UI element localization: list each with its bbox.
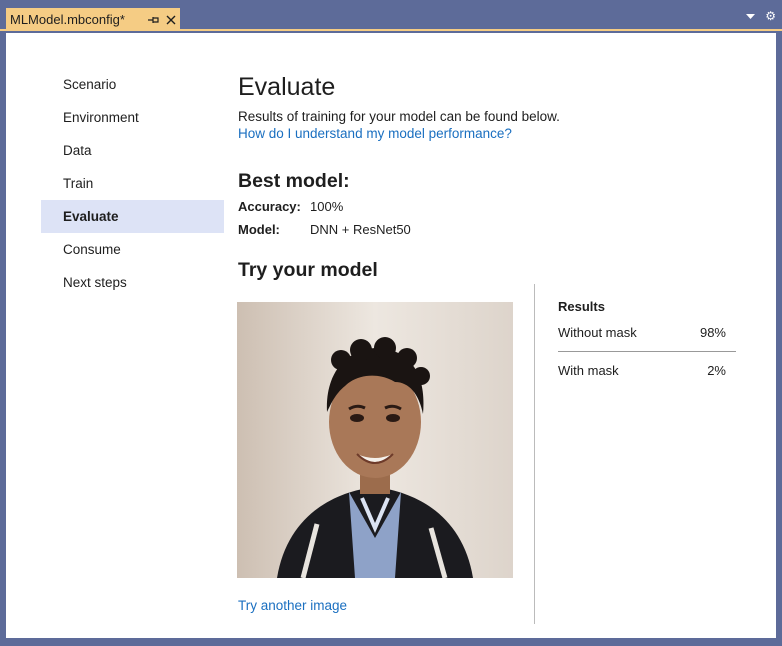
result-row: Without mask 98% [558,324,736,342]
tabstrip-actions: ⚙ [746,10,776,22]
results-divider [534,284,535,624]
result-value: 98% [699,325,726,340]
step-navigation: Scenario Environment Data Train Evaluate… [41,68,224,299]
best-model-heading: Best model: [238,170,350,192]
portrait-photo [237,302,513,578]
gear-icon[interactable]: ⚙ [765,10,776,22]
try-another-image-link[interactable]: Try another image [238,598,347,613]
nav-item-scenario[interactable]: Scenario [41,68,224,101]
page-title: Evaluate [238,73,336,101]
result-label: With mask [558,363,619,378]
model-label: Model: [238,222,280,237]
chevron-down-icon[interactable] [746,10,756,22]
results-panel: Results Without mask 98% With mask 2% [558,298,736,380]
model-value: DNN + ResNet50 [310,222,411,237]
nav-item-next-steps[interactable]: Next steps [41,266,224,299]
nav-item-consume[interactable]: Consume [41,233,224,266]
accuracy-value: 100% [310,199,344,214]
evaluate-main: Evaluate Results of training for your mo… [238,71,758,282]
result-label: Without mask [558,325,637,340]
try-model-heading: Try your model [238,259,378,281]
model-row: Model: DNN + ResNet50 [238,222,758,237]
results-separator [558,351,736,352]
window-bottom-frame [0,638,782,646]
result-value: 2% [707,363,726,378]
accuracy-row: Accuracy: 100% [238,199,758,214]
nav-item-environment[interactable]: Environment [41,101,224,134]
evaluate-description: Results of training for your model can b… [238,109,560,124]
accuracy-label: Accuracy: [238,199,301,214]
result-row: With mask 2% [558,362,736,380]
pin-icon[interactable] [144,11,162,29]
evaluate-page: Scenario Environment Data Train Evaluate… [6,33,776,638]
nav-item-data[interactable]: Data [41,134,224,167]
document-tab[interactable]: MLModel.mbconfig* [6,8,180,31]
results-heading: Results [558,299,605,314]
close-icon[interactable] [162,11,180,29]
model-performance-help-link[interactable]: How do I understand my model performance… [238,126,512,141]
document-tab-title[interactable]: MLModel.mbconfig* [10,12,144,27]
nav-item-train[interactable]: Train [41,167,224,200]
document-tabstrip: MLModel.mbconfig* ⚙ [0,0,782,31]
nav-item-evaluate[interactable]: Evaluate [41,200,224,233]
